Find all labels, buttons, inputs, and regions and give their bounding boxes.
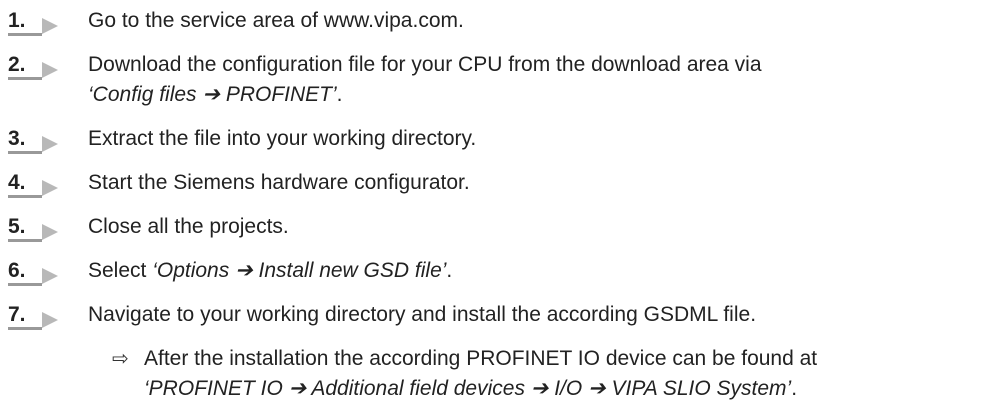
- step-number-underline: [8, 195, 42, 198]
- step-number-underline: [8, 283, 42, 286]
- punctuation: .: [336, 83, 343, 106]
- menu-path: ‘PROFINET IO ➔ Additional field devices …: [144, 377, 792, 400]
- step-arrow-icon: [42, 180, 58, 196]
- step-number: 3.: [8, 127, 26, 150]
- step-text: Close all the projects.: [88, 215, 289, 238]
- step-text: Navigate to your working directory and i…: [88, 303, 757, 326]
- step-text: Extract the file into your working direc…: [88, 127, 477, 150]
- step-number-underline: [8, 77, 42, 80]
- step-arrow-icon: [42, 312, 58, 328]
- menu-path: ‘Config files ➔ PROFINET’: [88, 83, 337, 106]
- step-text-prefix: Select: [88, 259, 153, 282]
- menu-path: ‘Options ➔ Install new GSD file’: [152, 259, 447, 282]
- step-number-underline: [8, 239, 42, 242]
- step-number: 7.: [8, 303, 26, 326]
- step-number: 6.: [8, 259, 26, 282]
- step-4: 4. Start the Siemens hardware configurat…: [0, 168, 982, 198]
- step-2: 2. Download the configuration file for y…: [0, 50, 982, 110]
- step-arrow-icon: [42, 136, 58, 152]
- step-arrow-icon: [42, 268, 58, 284]
- step-number-underline: [8, 327, 42, 330]
- step-number: 2.: [8, 53, 26, 76]
- step-3: 3. Extract the file into your working di…: [0, 124, 982, 154]
- step-number-underline: [8, 151, 42, 154]
- step-text-line-2: ‘Config files ➔ PROFINET’.: [88, 80, 343, 110]
- punctuation: .: [446, 259, 453, 282]
- step-number-underline: [8, 33, 42, 36]
- step-arrow-icon: [42, 18, 58, 34]
- step-arrow-icon: [42, 224, 58, 240]
- step-7-result: ⇨ After the installation the according P…: [0, 344, 982, 404]
- step-number: 5.: [8, 215, 26, 238]
- instruction-steps: 1. Go to the service area of www.vipa.co…: [0, 0, 982, 409]
- step-7: 7. Navigate to your working directory an…: [0, 300, 982, 330]
- step-text: Start the Siemens hardware configurator.: [88, 171, 470, 194]
- punctuation: .: [791, 377, 798, 400]
- step-number: 1.: [8, 9, 26, 32]
- step-text: Download the configuration file for your…: [88, 53, 762, 76]
- step-text: Go to the service area of www.vipa.com.: [88, 9, 464, 32]
- step-5: 5. Close all the projects.: [0, 212, 982, 242]
- step-arrow-icon: [42, 62, 58, 78]
- step-text: Select ‘Options ➔ Install new GSD file’.: [88, 256, 452, 286]
- result-text-line-2: ‘PROFINET IO ➔ Additional field devices …: [144, 374, 797, 404]
- result-text: After the installation the according PRO…: [144, 347, 818, 370]
- result-arrow-icon: ⇨: [112, 348, 129, 370]
- step-number: 4.: [8, 171, 26, 194]
- step-1: 1. Go to the service area of www.vipa.co…: [0, 6, 982, 36]
- step-6: 6. Select ‘Options ➔ Install new GSD fil…: [0, 256, 982, 286]
